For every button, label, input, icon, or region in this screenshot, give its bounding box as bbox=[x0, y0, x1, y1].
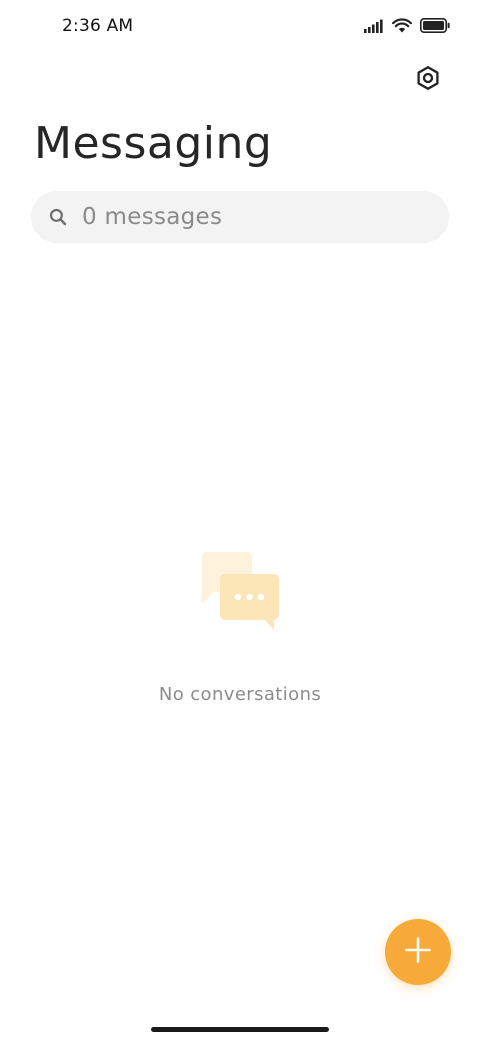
empty-state: No conversations bbox=[0, 548, 480, 705]
search-placeholder: 0 messages bbox=[82, 204, 223, 230]
search-bar[interactable]: 0 messages bbox=[31, 191, 449, 243]
signal-icon bbox=[364, 18, 384, 37]
wifi-icon bbox=[392, 18, 412, 37]
home-indicator[interactable] bbox=[151, 1027, 329, 1032]
conversation-bubbles-icon bbox=[192, 548, 288, 634]
empty-state-text: No conversations bbox=[158, 684, 322, 705]
settings-icon bbox=[415, 65, 441, 95]
status-time: 2:36 AM bbox=[62, 16, 134, 36]
plus-icon bbox=[404, 936, 432, 968]
settings-button[interactable] bbox=[410, 62, 446, 98]
status-icons bbox=[364, 18, 450, 37]
search-icon bbox=[49, 208, 67, 226]
battery-icon bbox=[420, 18, 450, 37]
status-bar: 2:36 AM bbox=[0, 0, 480, 54]
new-conversation-button[interactable] bbox=[385, 919, 451, 985]
page-title: Messaging bbox=[34, 118, 273, 169]
